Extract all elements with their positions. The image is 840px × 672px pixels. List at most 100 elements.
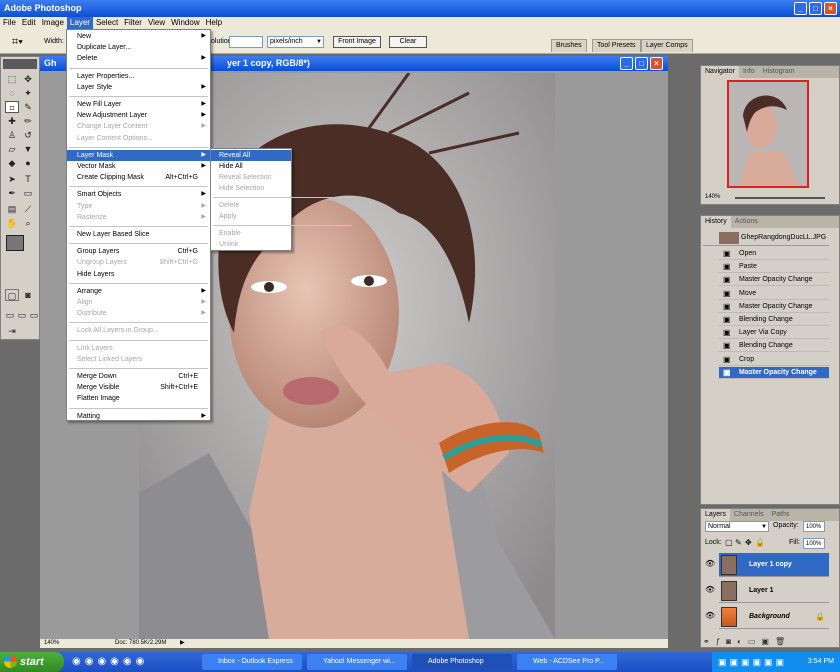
menu-item-merge-visible[interactable]: Merge Visible Shift+Ctrl+E <box>67 382 210 393</box>
brush-tool-icon[interactable]: ✏ <box>21 115 35 127</box>
healing-brush-icon[interactable]: ✚ <box>5 115 19 127</box>
menu-item-vector-mask[interactable]: Vector Mask ▶ <box>67 161 210 172</box>
shape-tool-icon[interactable]: ▭ <box>21 187 35 199</box>
standard-mode-icon[interactable]: ▢ <box>5 289 19 301</box>
layer-visibility-icon[interactable]: 👁 <box>705 585 715 594</box>
menu-item-matting[interactable]: Matting ▶ <box>67 411 210 422</box>
layer-visibility-icon[interactable]: 👁 <box>705 559 715 568</box>
tab-actions[interactable]: Actions <box>731 216 762 228</box>
menu-edit[interactable]: Edit <box>19 17 39 29</box>
task-photoshop[interactable]: Adobe Photoshop <box>412 654 512 670</box>
quick-mask-icon[interactable]: ◙ <box>21 289 35 301</box>
lock-image-icon[interactable]: ✎ <box>735 538 742 547</box>
tab-paths[interactable]: Paths <box>768 509 794 521</box>
eraser-tool-icon[interactable]: ▱ <box>5 143 19 155</box>
marquee-tool-icon[interactable]: ⬚ <box>5 73 19 85</box>
zoom-tool-icon[interactable]: ⌕ <box>21 217 35 229</box>
new-group-icon[interactable]: ▭ <box>748 637 762 646</box>
task-yahoo-messenger[interactable]: Yahoo! Messenger wi... <box>307 654 407 670</box>
menu-item-delete[interactable]: Delete ▶ <box>67 53 210 64</box>
task-outlook[interactable]: Inbox - Outlook Express <box>202 654 302 670</box>
tab-histogram[interactable]: Histogram <box>759 66 799 78</box>
resolution-unit-select[interactable]: pixels/inch ▼ <box>267 36 324 48</box>
doc-minimize-icon[interactable]: _ <box>620 57 633 70</box>
menu-filter[interactable]: Filter <box>121 17 145 29</box>
tab-history[interactable]: History <box>701 216 731 228</box>
path-selection-icon[interactable]: ➤ <box>5 173 19 185</box>
layer-row-layer-1[interactable]: Layer 1 <box>719 579 829 603</box>
blur-tool-icon[interactable]: ◆ <box>5 157 19 169</box>
tab-brushes[interactable]: Brushes <box>551 39 587 52</box>
link-layers-icon[interactable]: ⚭ <box>703 637 716 646</box>
status-arrow-icon[interactable]: ▶ <box>180 639 185 648</box>
eyedropper-icon[interactable]: ⟋ <box>21 203 35 215</box>
notes-tool-icon[interactable]: ▤ <box>5 203 19 215</box>
lock-position-icon[interactable]: ✥ <box>745 538 752 547</box>
quick-launch-icons[interactable]: ◉◉◉◉◉◉ <box>72 656 148 667</box>
menu-image[interactable]: Image <box>39 17 67 29</box>
layer-row-background[interactable]: Background 🔒 <box>719 605 829 629</box>
history-snapshot[interactable]: GhepRangdongDucLL.JPG <box>703 230 829 246</box>
clone-stamp-icon[interactable]: ♙ <box>5 129 19 141</box>
history-step[interactable]: ▣ Crop <box>719 354 829 366</box>
tab-layers[interactable]: Layers <box>701 509 731 521</box>
menu-item-flatten-image[interactable]: Flatten Image <box>67 393 210 404</box>
zoom-level[interactable]: 140% <box>44 639 59 648</box>
tab-info[interactable]: Info <box>739 66 759 78</box>
doc-maximize-icon[interactable]: □ <box>635 57 648 70</box>
close-icon[interactable]: × <box>824 2 837 15</box>
type-tool-icon[interactable]: T <box>21 173 35 185</box>
paint-bucket-icon[interactable]: ▼ <box>21 143 35 155</box>
add-mask-icon[interactable]: ◙ <box>726 637 737 646</box>
menu-item-layer-properties[interactable]: Layer Properties... <box>67 71 210 82</box>
new-layer-icon[interactable]: ▣ <box>761 637 775 646</box>
maximize-icon[interactable]: □ <box>809 2 822 15</box>
move-tool-icon[interactable]: ✥ <box>21 73 35 85</box>
history-step[interactable]: ▣ Blending Change <box>719 314 829 326</box>
tab-tool-presets[interactable]: Tool Presets <box>592 39 641 52</box>
menu-item-new-adjustment-layer[interactable]: New Adjustment Layer ▶ <box>67 110 210 121</box>
history-step[interactable]: ▣ Layer Via Copy <box>719 327 829 340</box>
navigator-zoom[interactable]: 140% <box>705 194 720 200</box>
menu-item-create-clipping-mask[interactable]: Create Clipping Mask Alt+Ctrl+G <box>67 172 210 183</box>
pen-tool-icon[interactable]: ✒ <box>5 187 19 199</box>
minimize-icon[interactable]: _ <box>794 2 807 15</box>
tab-layer-comps[interactable]: Layer Comps <box>641 39 693 52</box>
menu-help[interactable]: Help <box>203 17 225 29</box>
adjustment-layer-icon[interactable]: ◐ <box>737 637 748 646</box>
magic-wand-icon[interactable]: ✦ <box>21 87 35 99</box>
menu-item-new-layer-based-slice[interactable]: New Layer Based Slice <box>67 229 210 240</box>
doc-size[interactable]: Doc: 780.5K/2.29M <box>115 639 166 648</box>
navigator-thumbnail[interactable] <box>727 80 809 188</box>
layer-style-icon[interactable]: ƒ <box>716 637 726 646</box>
front-image-button[interactable]: Front Image <box>333 36 381 48</box>
fill-input[interactable]: 100% <box>803 538 825 549</box>
menu-item-new[interactable]: New ▶ <box>67 31 210 42</box>
slice-tool-icon[interactable]: ✎ <box>21 101 35 113</box>
task-acdsee[interactable]: Web - ACDSee Pro P... <box>517 654 617 670</box>
layer-visibility-icon[interactable]: 👁 <box>705 611 715 620</box>
menu-item-new-fill-layer[interactable]: New Fill Layer ▶ <box>67 99 210 110</box>
crop-tool-icon[interactable]: ⌗▾ <box>12 35 34 49</box>
menu-window[interactable]: Window <box>168 17 202 29</box>
delete-layer-icon[interactable]: 🗑 <box>775 637 791 646</box>
tab-navigator[interactable]: Navigator <box>701 66 739 78</box>
start-button[interactable]: start <box>0 652 64 672</box>
foreground-color-swatch[interactable] <box>6 235 24 251</box>
resolution-input[interactable] <box>229 36 263 48</box>
menu-layer[interactable]: Layer <box>66 17 93 29</box>
dodge-tool-icon[interactable]: ● <box>21 157 35 169</box>
menu-item-reveal-all[interactable]: Reveal All <box>211 150 291 161</box>
menu-item-merge-down[interactable]: Merge Down Ctrl+E <box>67 371 210 382</box>
menu-item-hide-layers[interactable]: Hide Layers <box>67 269 210 280</box>
history-step[interactable]: ▣ Blending Change <box>719 340 829 353</box>
history-step[interactable]: ▣ Paste <box>719 261 829 274</box>
history-step[interactable]: ▣ Move <box>719 288 829 300</box>
lock-transparent-icon[interactable]: ▢ <box>725 538 733 547</box>
clear-button[interactable]: Clear <box>389 36 427 48</box>
navigator-zoom-slider[interactable] <box>735 197 825 199</box>
screen-mode-full-icon[interactable]: ▭ <box>27 309 41 321</box>
imageready-jump-icon[interactable]: ⇥ <box>5 325 19 337</box>
doc-close-icon[interactable]: × <box>650 57 663 70</box>
tab-channels[interactable]: Channels <box>730 509 768 521</box>
